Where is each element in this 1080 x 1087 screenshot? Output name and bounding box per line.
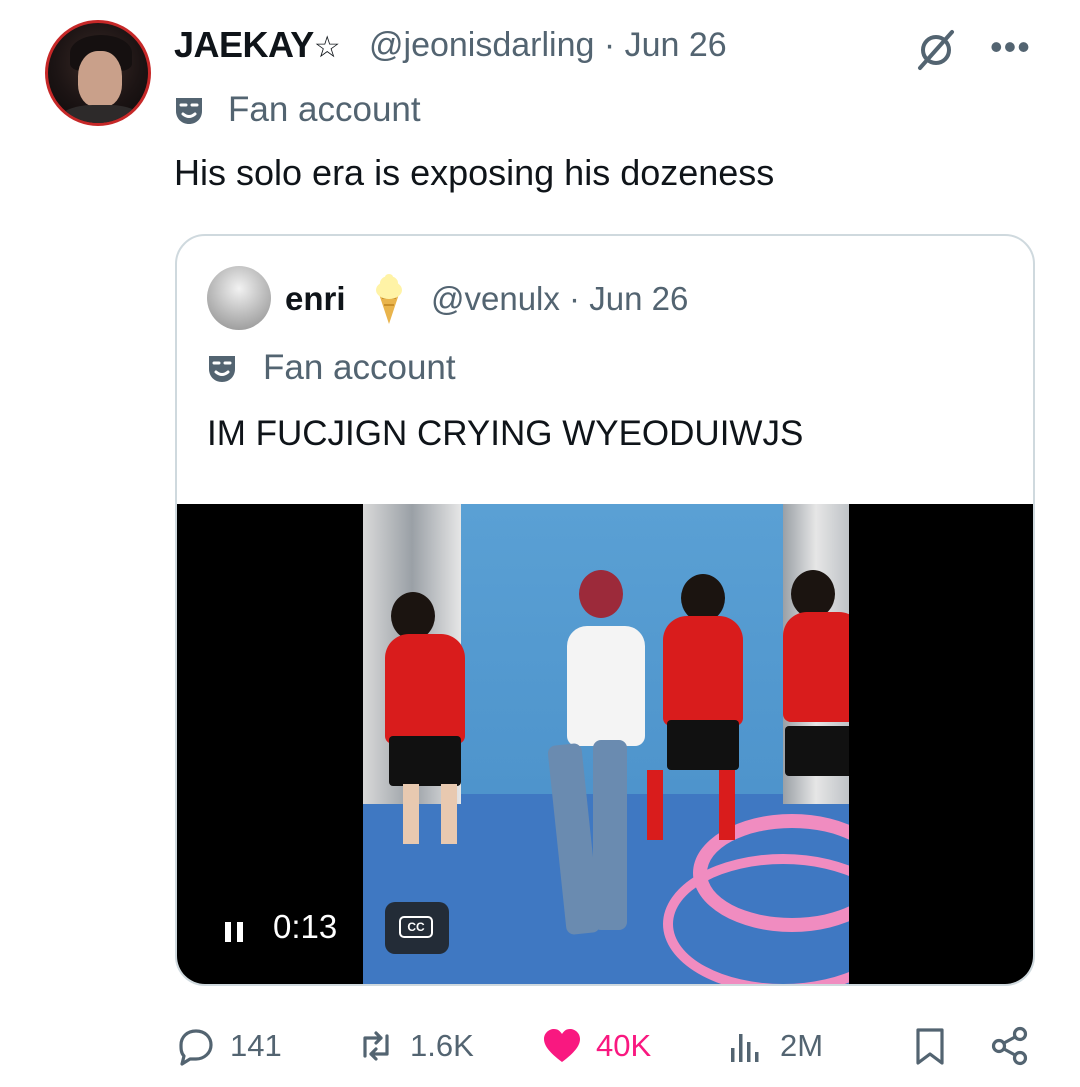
like-button[interactable]: 40K — [542, 1020, 651, 1072]
dancer-head — [681, 574, 725, 622]
reply-count: 141 — [230, 1028, 282, 1063]
views-button[interactable]: 2M — [726, 1020, 823, 1072]
share-icon — [991, 1026, 1028, 1066]
grok-icon[interactable] — [914, 28, 958, 72]
views-icon — [731, 1034, 759, 1062]
dancer-head — [791, 570, 835, 618]
dancer-head — [391, 592, 435, 640]
author-handle-date[interactable]: @jeonisdarling · Jun 26 — [369, 26, 727, 65]
avatar-face — [78, 51, 122, 107]
quoted-handle-date[interactable]: @venulx · Jun 26 — [431, 280, 688, 318]
dancer-leg — [403, 784, 419, 844]
quoted-badge-text: Fan account — [263, 348, 456, 387]
repost-count: 1.6K — [410, 1028, 474, 1063]
bookmark-button[interactable] — [910, 1020, 950, 1072]
quoted-tweet-card[interactable]: enri @venulx · Jun 26 Fan account IM FUC… — [175, 234, 1035, 986]
dancer-jeans — [593, 740, 627, 930]
bookmark-icon — [916, 1028, 944, 1065]
repost-icon — [363, 1031, 389, 1061]
reply-icon — [179, 1029, 213, 1066]
ice-cream-icon — [376, 274, 402, 324]
dancer-leg — [441, 784, 457, 844]
captions-button[interactable]: CC — [385, 902, 449, 954]
author-name[interactable]: JAEKAY☆ — [174, 24, 341, 66]
badge-text: Fan account — [228, 90, 421, 129]
avatar-shoulders — [58, 105, 144, 123]
dancer-head — [579, 570, 623, 618]
repost-button[interactable]: 1.6K — [356, 1020, 474, 1072]
dancer-shorts — [785, 726, 849, 776]
views-count: 2M — [780, 1028, 824, 1063]
dancer-sock — [719, 770, 735, 840]
pause-icon[interactable] — [223, 920, 245, 944]
dancer-shirt — [567, 626, 645, 746]
like-count: 40K — [596, 1028, 652, 1063]
video-player[interactable]: 0:13 CC — [177, 504, 1033, 984]
dancer-shirt — [663, 616, 743, 726]
quoted-tweet-text: IM FUCJIGN CRYING WYEODUIWJS — [207, 414, 804, 453]
dancer-shirt — [783, 612, 849, 722]
tweet-text: His solo era is exposing his dozeness — [174, 152, 775, 193]
quoted-fan-account-badge: Fan account — [207, 346, 456, 390]
share-button[interactable] — [990, 1020, 1030, 1072]
dancer-shorts — [389, 736, 461, 786]
mask-icon — [209, 356, 235, 382]
dancer-sock — [647, 770, 663, 840]
heart-icon — [544, 1029, 580, 1062]
reply-button[interactable]: 141 — [176, 1020, 282, 1072]
more-options-icon[interactable]: ••• — [990, 29, 1031, 65]
quoted-author-avatar[interactable] — [207, 266, 271, 330]
author-avatar[interactable] — [45, 20, 151, 126]
star-symbol: ☆ — [313, 31, 341, 64]
mask-icon — [176, 98, 202, 124]
quoted-author-name[interactable]: enri — [285, 280, 346, 318]
dancer-shorts — [667, 720, 739, 770]
video-timestamp: 0:13 — [273, 908, 338, 945]
dancer-shirt — [385, 634, 465, 744]
fan-account-badge: Fan account — [174, 88, 421, 132]
captions-label: CC — [399, 916, 433, 938]
author-name-text: JAEKAY — [174, 24, 314, 65]
